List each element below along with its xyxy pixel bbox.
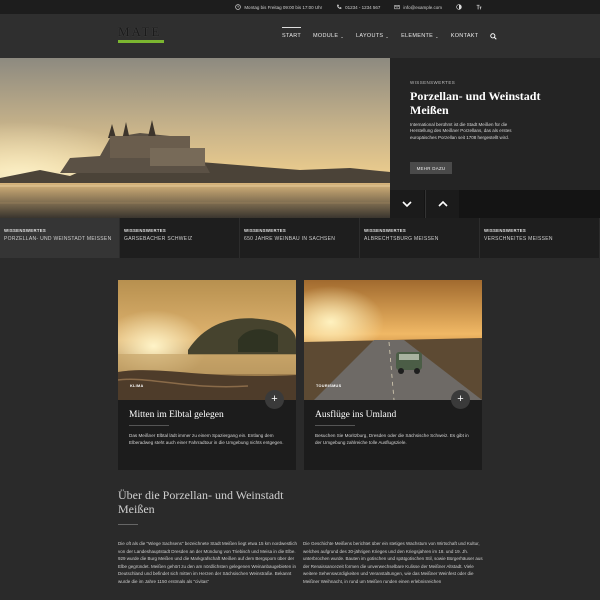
hero-controls xyxy=(390,190,600,218)
hero-description: International berühmt ist die Stadt Meiß… xyxy=(410,122,512,140)
card-title: Mitten im Elbtal gelegen xyxy=(129,410,224,420)
text-size-icon xyxy=(476,4,482,10)
nav-item-start[interactable]: START xyxy=(282,14,302,58)
tab-kicker: WISSENSWERTES xyxy=(244,228,287,233)
tab-title: PORZELLAN- UND WEINSTADT MEISSEN xyxy=(4,236,112,242)
tab-kicker: WISSENSWERTES xyxy=(124,228,167,233)
card-badge: TOURISMUS xyxy=(316,384,342,388)
mail-icon xyxy=(394,5,401,10)
about-text-right: Die Geschichte Meißens berichtet über ei… xyxy=(303,541,483,584)
hero-more-button[interactable]: MEHR DAZU xyxy=(410,162,452,174)
slider-tab-garsebacher[interactable]: WISSENSWERTES GARSEBACHER SCHWEIZ xyxy=(120,218,240,258)
opening-hours-text: Montag bis Freitag 09:00 bis 17:00 Uhr xyxy=(244,4,323,10)
tab-title: 650 JAHRE WEINBAU IN SACHSEN xyxy=(244,236,336,242)
feature-card[interactable]: KLIMA + Mitten im Elbtal gelegen Das Mei… xyxy=(118,280,296,470)
tab-title: VERSCHNEITES MEISSEN xyxy=(484,236,553,242)
opening-hours: Montag bis Freitag 09:00 bis 17:00 Uhr xyxy=(235,4,322,10)
card-image xyxy=(118,280,296,400)
chevron-down-icon: ⌄ xyxy=(340,33,345,39)
nav-label: START xyxy=(282,33,302,39)
hero-caption-panel: WISSENSWERTES Porzellan- und Weinstadt M… xyxy=(390,58,600,190)
hero-title: Porzellan- und Weinstadt Meißen xyxy=(410,89,541,117)
slider-tab-albrechtsburg[interactable]: WISSENSWERTES ALBRECHTSBURG MEISSEN xyxy=(360,218,480,258)
clock-icon xyxy=(235,4,242,10)
meissen-panorama-image xyxy=(0,58,390,218)
tab-kicker: WISSENSWERTES xyxy=(364,228,407,233)
road-trip-image xyxy=(304,280,482,400)
slider-prev-button[interactable] xyxy=(425,190,459,218)
feature-card[interactable]: TOURISMUS + Ausflüge ins Umland Besuchen… xyxy=(304,280,482,470)
contrast-icon xyxy=(456,4,462,10)
chevron-down-icon xyxy=(402,201,412,208)
about-heading: Über die Porzellan- und Weinstadt Meißen xyxy=(118,488,284,516)
logo-underline xyxy=(118,40,164,43)
card-description: Das Meißner Elbtal lädt immer zu einem S… xyxy=(129,433,284,445)
chevron-down-icon: ⌄ xyxy=(435,33,439,39)
logo-text: MATE xyxy=(118,24,162,39)
nav-item-layouts[interactable]: LAYOUTS ⌄ xyxy=(356,14,389,58)
phone-text: 01234 - 1234 567 xyxy=(345,4,381,10)
hero-slider: WISSENSWERTES Porzellan- und Weinstadt M… xyxy=(0,58,600,218)
nav-item-kontakt[interactable]: KONTAKT xyxy=(451,14,479,58)
nav-label: LAYOUTS xyxy=(356,33,384,39)
slider-tabs: WISSENSWERTES PORZELLAN- UND WEINSTADT M… xyxy=(0,218,600,258)
search-icon xyxy=(490,32,498,40)
tab-kicker: WISSENSWERTES xyxy=(4,228,47,233)
card-image xyxy=(304,280,482,400)
top-bar: Montag bis Freitag 09:00 bis 17:00 Uhr 0… xyxy=(0,0,600,14)
slider-tab-verschneit[interactable]: WISSENSWERTES VERSCHNEITES MEISSEN xyxy=(480,218,600,258)
nav-label: MODULE xyxy=(313,33,339,39)
site-logo[interactable]: MATE xyxy=(118,25,164,43)
tab-title: ALBRECHTSBURG MEISSEN xyxy=(364,236,439,242)
nav-search-button[interactable] xyxy=(490,14,498,58)
chevron-up-icon xyxy=(437,200,448,207)
card-description: Besuchen Sie Moritzburg, Dresden oder di… xyxy=(315,433,469,445)
slider-tab-weinbau[interactable]: WISSENSWERTES 650 JAHRE WEINBAU IN SACHS… xyxy=(240,218,360,258)
nav-label: KONTAKT xyxy=(450,33,479,39)
about-text-left: Die oft als die "Wiege Sachsens" bezeich… xyxy=(118,541,298,584)
hero-kicker: WISSENSWERTES xyxy=(410,80,456,85)
slider-next-button[interactable] xyxy=(390,190,424,218)
nav-item-elemente[interactable]: ELEMENTE ⌄ xyxy=(401,14,439,58)
card-title: Ausflüge ins Umland xyxy=(315,410,397,420)
slider-tab-porzellan[interactable]: WISSENSWERTES PORZELLAN- UND WEINSTADT M… xyxy=(0,218,120,258)
about-divider xyxy=(118,524,138,525)
site-header: MATE START MODULE ⌄ LAYOUTS ⌄ ELEMENTE ⌄ KO… xyxy=(0,14,600,58)
phone-contact[interactable]: 01234 - 1234 567 xyxy=(336,4,380,10)
plus-icon[interactable]: + xyxy=(265,390,284,409)
email-contact[interactable]: info@example.com xyxy=(394,4,442,10)
card-badge: KLIMA xyxy=(130,384,144,388)
nav-item-module[interactable]: MODULE ⌄ xyxy=(313,14,344,58)
chevron-down-icon: ⌄ xyxy=(385,33,390,39)
tab-title: GARSEBACHER SCHWEIZ xyxy=(124,236,193,242)
main-nav: START MODULE ⌄ LAYOUTS ⌄ ELEMENTE ⌄ KONTAKT xyxy=(282,14,498,58)
phone-icon xyxy=(337,4,342,9)
plus-icon[interactable]: + xyxy=(451,390,470,409)
nav-label: ELEMENTE xyxy=(401,33,434,39)
elbtal-river-image xyxy=(118,280,296,400)
hero-image xyxy=(0,58,390,218)
font-size-toggle[interactable] xyxy=(476,4,482,10)
email-text: info@example.com xyxy=(403,4,442,10)
tab-kicker: WISSENSWERTES xyxy=(484,228,527,233)
card-divider xyxy=(129,425,169,426)
card-divider xyxy=(315,425,355,426)
contrast-toggle[interactable] xyxy=(456,4,462,10)
